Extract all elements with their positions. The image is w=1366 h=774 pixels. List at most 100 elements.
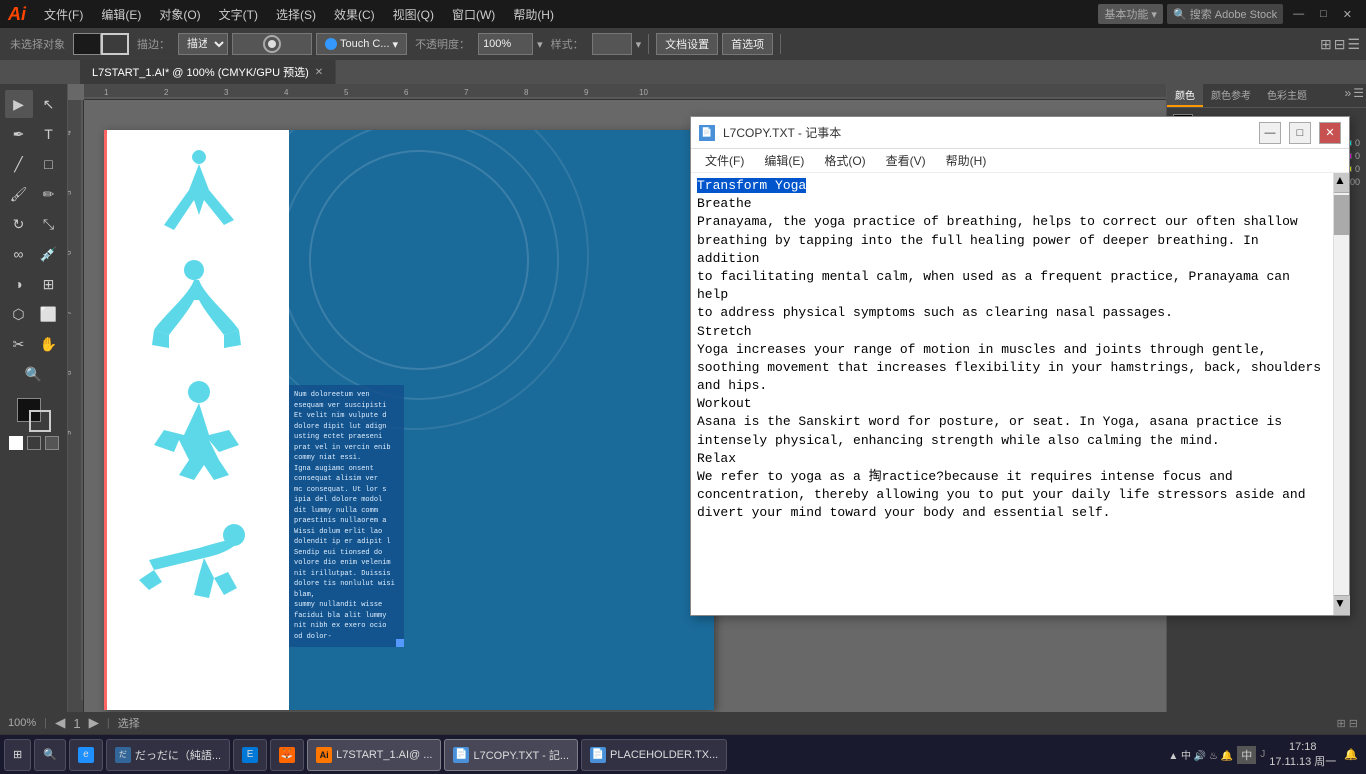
scroll-down-btn[interactable]: ▼ (1334, 595, 1349, 615)
menu-edit[interactable]: 编辑(E) (93, 4, 149, 25)
menu-help[interactable]: 帮助(H) (505, 4, 562, 25)
menu-select[interactable]: 选择(S) (268, 4, 324, 25)
prev-page-btn[interactable]: ◀ (55, 715, 65, 731)
color-panel-tab[interactable]: 颜色 (1167, 84, 1203, 107)
menu-view[interactable]: 视图(Q) (385, 4, 442, 25)
taskbar-ie-btn[interactable]: e (69, 739, 103, 771)
next-page-btn[interactable]: ▶ (89, 715, 99, 731)
taskbar-illustrator-btn[interactable]: Ai L7START_1.AI@ ... (307, 739, 441, 771)
rotate-tool[interactable]: ↻ (5, 210, 33, 238)
scale-tool[interactable]: ⤡ (35, 210, 63, 238)
eyedropper-tool[interactable]: 💉 (35, 240, 63, 268)
clock-date: 17.11.13 周一 (1269, 755, 1336, 769)
status-text: 选择 (118, 715, 140, 731)
close-btn[interactable]: ✕ (1337, 8, 1358, 21)
draw-inside[interactable] (27, 436, 41, 450)
zoom-tool[interactable]: 🔍 (20, 360, 48, 388)
shape-builder-tool[interactable]: ⬡ (5, 300, 33, 328)
notepad-menu-file[interactable]: 文件(F) (695, 150, 754, 171)
mesh-tool[interactable]: ⊞ (35, 270, 63, 298)
color-theme-panel-tab[interactable]: 色彩主题 (1259, 84, 1315, 107)
yoga-pose-4 (124, 520, 269, 630)
select-tool[interactable]: ▶ (5, 90, 33, 118)
touch-button[interactable]: Touch C... ▾ (316, 33, 407, 55)
artboard-tool[interactable]: ⬜ (35, 300, 63, 328)
workspace-selector[interactable]: 基本功能 ▾ (1098, 4, 1163, 24)
document-tab-close[interactable]: ✕ (315, 67, 323, 78)
pencil-tool[interactable]: ✏ (35, 180, 63, 208)
lang-indicator: 中 (1237, 746, 1256, 764)
notepad-minimize-btn[interactable]: — (1259, 122, 1281, 144)
normal-mode[interactable] (9, 436, 23, 450)
notification-area[interactable]: 🔔 (1340, 748, 1362, 761)
no-selection-label: 未选择对象 (6, 36, 69, 52)
notepad-menu-format[interactable]: 格式(O) (814, 150, 875, 171)
fill-stroke-indicator[interactable] (17, 398, 51, 432)
tab-bar: L7START_1.AI* @ 100% (CMYK/GPU 预选) ✕ (0, 60, 1366, 84)
notepad-menu-edit[interactable]: 编辑(E) (754, 150, 814, 171)
menu-file[interactable]: 文件(F) (36, 4, 91, 25)
maximize-btn[interactable]: □ (1314, 8, 1333, 20)
opacity-input[interactable] (478, 33, 533, 55)
scroll-thumb[interactable] (1334, 195, 1349, 235)
search-button[interactable]: 🔍 (34, 739, 66, 771)
document-tab-label: L7START_1.AI* @ 100% (CMYK/GPU 预选) (92, 64, 309, 80)
svg-text:7: 7 (464, 88, 469, 97)
hand-tool[interactable]: ✋ (35, 330, 63, 358)
style-swatch[interactable] (592, 33, 632, 55)
blend-tool[interactable]: ∞ (5, 240, 33, 268)
stroke-dropdown[interactable]: 描述 (178, 33, 228, 55)
notepad-close-btn[interactable]: ✕ (1319, 122, 1341, 144)
type-tool[interactable]: T (35, 120, 63, 148)
stock-search[interactable]: 🔍 搜索 Adobe Stock (1167, 4, 1283, 24)
notepad-scrollbar[interactable]: ▲ ▼ (1333, 173, 1349, 615)
direct-select-tool[interactable]: ↖ (35, 90, 63, 118)
taskbar-notepad1-btn[interactable]: 📄 L7COPY.TXT - 記... (444, 739, 578, 771)
notepad-body-text: Breathe Pranayama, the yoga practice of … (697, 196, 1321, 520)
gradient-tool[interactable]: ◑ (5, 270, 33, 298)
resize-handle[interactable] (396, 639, 404, 647)
pen-tool[interactable]: ✒ (5, 120, 33, 148)
start-button[interactable]: ⊞ (4, 739, 31, 771)
taskbar: ⊞ 🔍 e だ だっだに（純語... E 🦊 Ai L7START_1.AI@ … (0, 734, 1366, 774)
yoga-pose-3 (124, 380, 269, 510)
taskbar-edge-btn[interactable]: E (233, 739, 267, 771)
line-tool[interactable]: ╱ (5, 150, 33, 178)
menu-window[interactable]: 窗口(W) (444, 4, 503, 25)
taskbar-app1-btn[interactable]: だ だっだに（純語... (106, 739, 230, 771)
notepad-content[interactable]: Transform Yoga Breathe Pranayama, the yo… (691, 173, 1333, 615)
menu-text[interactable]: 文字(T) (211, 4, 266, 25)
menu-object[interactable]: 对象(O) (151, 4, 208, 25)
rect-tool[interactable]: □ (35, 150, 63, 178)
system-tray: ▲ 中 🔊 ♨ 🔔 中 J 17:18 17.11.13 周一 🔔 (1168, 740, 1362, 769)
paintbrush-tool[interactable]: 🖌 (5, 180, 33, 208)
panel-menu-btn[interactable]: ☰ (1353, 86, 1364, 105)
notepad-menu-view[interactable]: 查看(V) (876, 150, 936, 171)
document-settings-btn[interactable]: 文档设置 (656, 33, 718, 55)
draw-behind[interactable] (45, 436, 59, 450)
app-logo: Ai (8, 4, 26, 25)
app1-icon: だ (115, 747, 131, 763)
color-guide-panel-tab[interactable]: 颜色参考 (1203, 84, 1259, 107)
menu-effects[interactable]: 效果(C) (326, 4, 383, 25)
status-bar: 100% | ◀ 1 ▶ | 选择 ⊞ ⊟ (0, 712, 1366, 734)
taskbar-notepad2-btn[interactable]: 📄 PLACEHOLDER.TX... (581, 739, 727, 771)
scroll-up-btn[interactable]: ▲ (1334, 173, 1349, 193)
page-indicator[interactable]: 1 (73, 716, 80, 731)
fill-swatch[interactable] (73, 33, 101, 55)
preferences-btn[interactable]: 首选项 (722, 33, 773, 55)
ruler-left: 4 5 6 7 8 9 (68, 100, 84, 712)
stroke-width-input[interactable] (232, 33, 312, 55)
notepad-maximize-btn[interactable]: □ (1289, 122, 1311, 144)
taskbar-firefox-btn[interactable]: 🦊 (270, 739, 304, 771)
svg-text:1: 1 (104, 88, 109, 97)
svg-text:4: 4 (68, 130, 73, 135)
minimize-btn[interactable]: — (1287, 8, 1310, 20)
selected-text: Transform Yoga (697, 178, 806, 193)
document-tab[interactable]: L7START_1.AI* @ 100% (CMYK/GPU 预选) ✕ (80, 60, 336, 84)
scissors-tool[interactable]: ✂ (5, 330, 33, 358)
stroke-swatch[interactable] (101, 33, 129, 55)
notepad-menu-help[interactable]: 帮助(H) (936, 150, 997, 171)
notepad-body: Transform Yoga Breathe Pranayama, the yo… (691, 173, 1349, 615)
panel-expand-btn[interactable]: » (1345, 86, 1352, 105)
